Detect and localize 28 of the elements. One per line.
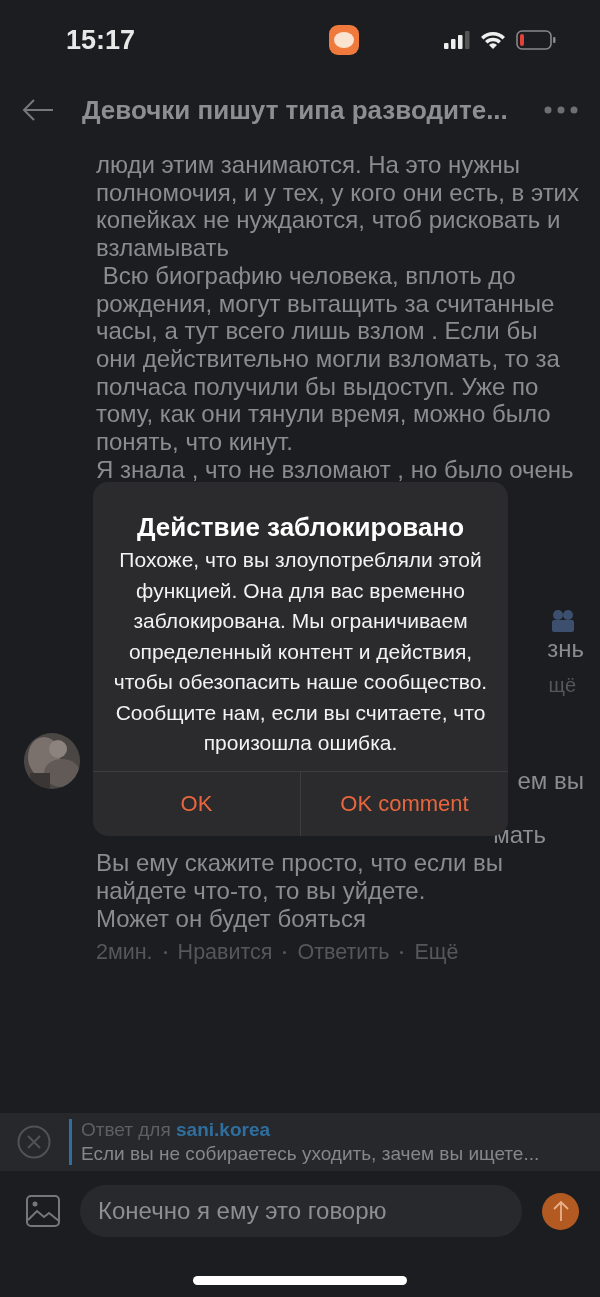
video-icon	[550, 609, 576, 634]
arrow-up-icon	[551, 1200, 570, 1222]
comment-text: знь	[547, 635, 584, 664]
comment-text: Всю биографию человека, вплоть до рождения, могут вытащить за считанные часы, а тут всего лишь взлом . Если бы они действительно могли взломать, то за полчаса получили бы выдоступ. Уже по тому, как они тянули время, можно было понять, что кинут.	[96, 261, 561, 456]
comment-action[interactable]: Нравится	[177, 938, 273, 967]
dialog-message: Похоже, что вы злоупотребляли этой функцией. Она для вас временно заблокирована. Мы ограничиваем определенный контент и действия, чтобы обезопасить наше сообщество. Сообщите нам, если вы считаете, что произошла ошибка.	[112, 547, 489, 756]
more-icon[interactable]	[544, 106, 578, 114]
status-time: 15:17	[66, 24, 136, 56]
comment-text: ем вы	[517, 767, 584, 796]
send-button[interactable]	[542, 1192, 579, 1230]
signal-icon	[444, 31, 470, 49]
ok-button[interactable]: OK	[93, 771, 300, 836]
comment-text: Вы ему скажите просто, что если вы найдете что-то, то вы уйдете.	[96, 849, 505, 905]
thread-title: Девочки пишут типа разводите...	[82, 94, 509, 126]
comment-input[interactable]: Конечно я ему это говорю	[80, 1185, 522, 1237]
dialog-title: Действие заблокировано	[136, 512, 465, 542]
image-icon[interactable]	[26, 1195, 60, 1227]
comment-text: Я знала , что не взломают , но было очень	[96, 455, 575, 484]
more-link[interactable]: щё	[548, 671, 576, 700]
comment-action[interactable]: Ещё	[414, 938, 459, 967]
comment-time: 2мин.	[96, 938, 153, 966]
comment-text: Может он будет бояться	[96, 904, 368, 933]
comment-text: люди этим занимаются. На это нужны полномочия, и у тех, у кого они есть, в этих копейках не нуждаются, чтоб рисковать и взламывать	[96, 151, 581, 262]
wifi-icon	[480, 30, 506, 50]
back-arrow-icon[interactable]	[22, 98, 54, 122]
comment-action[interactable]: Ответить	[297, 938, 390, 967]
app-icon	[328, 25, 359, 55]
quoted-text: Если вы не собираетесь уходить, зачем вы ищете...	[81, 1143, 540, 1165]
